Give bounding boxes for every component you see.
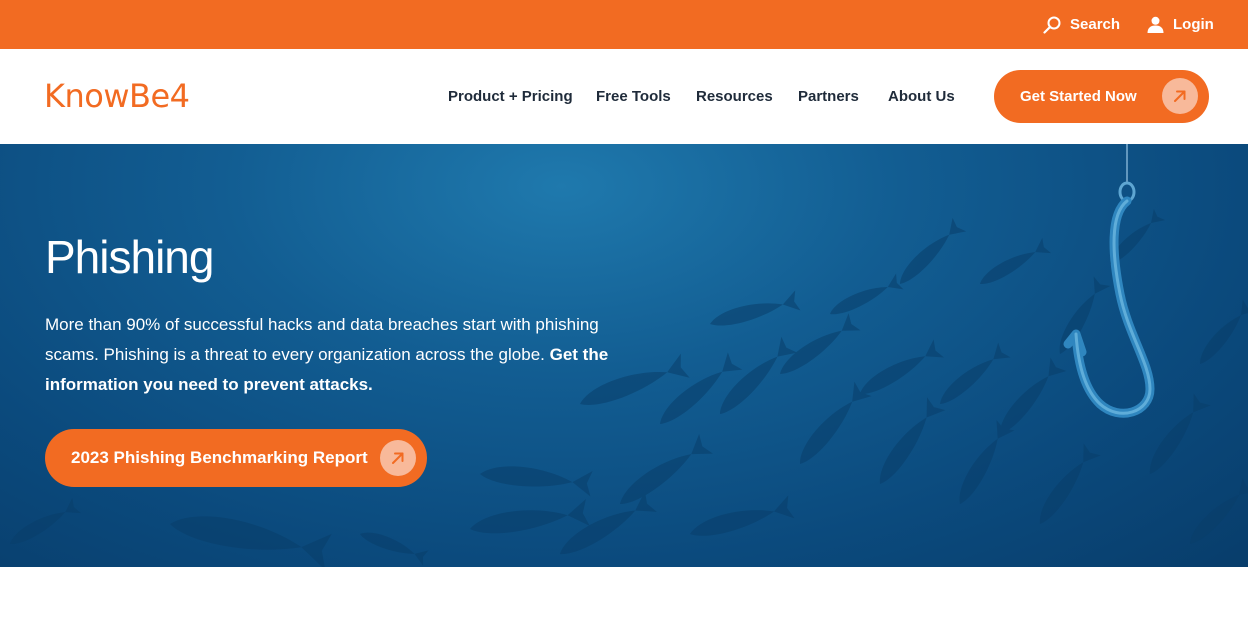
nav-resources[interactable]: Resources <box>696 88 773 105</box>
login-link[interactable]: Login <box>1147 0 1214 49</box>
arrow-up-right-icon <box>1162 78 1198 114</box>
hero-description-regular: More than 90% of successful hacks and da… <box>45 315 599 364</box>
main-header: KnowBe4 Product + Pricing Free Tools Res… <box>0 49 1248 144</box>
benchmarking-report-label: 2023 Phishing Benchmarking Report <box>71 448 368 467</box>
search-link[interactable]: Search <box>1043 0 1120 49</box>
content-area <box>0 567 1248 624</box>
knowbe4-logo[interactable]: KnowBe4 <box>44 77 190 115</box>
login-label: Login <box>1173 16 1214 33</box>
hero-description: More than 90% of successful hacks and da… <box>45 310 635 400</box>
benchmarking-report-button[interactable]: 2023 Phishing Benchmarking Report <box>45 429 427 487</box>
nav-product-pricing[interactable]: Product + Pricing <box>448 88 573 105</box>
get-started-button[interactable]: Get Started Now <box>994 70 1209 123</box>
hero-banner: Phishing More than 90% of successful hac… <box>0 144 1248 567</box>
search-label: Search <box>1070 16 1121 33</box>
get-started-label: Get Started Now <box>1020 88 1137 105</box>
user-icon <box>1147 16 1164 33</box>
nav-partners[interactable]: Partners <box>798 88 859 105</box>
utility-bar: Search Login <box>0 0 1248 49</box>
arrow-up-right-icon <box>380 440 416 476</box>
nav-about-us[interactable]: About Us <box>888 88 955 105</box>
nav-free-tools[interactable]: Free Tools <box>596 88 671 105</box>
page-title: Phishing <box>45 231 214 283</box>
search-icon <box>1043 16 1061 34</box>
